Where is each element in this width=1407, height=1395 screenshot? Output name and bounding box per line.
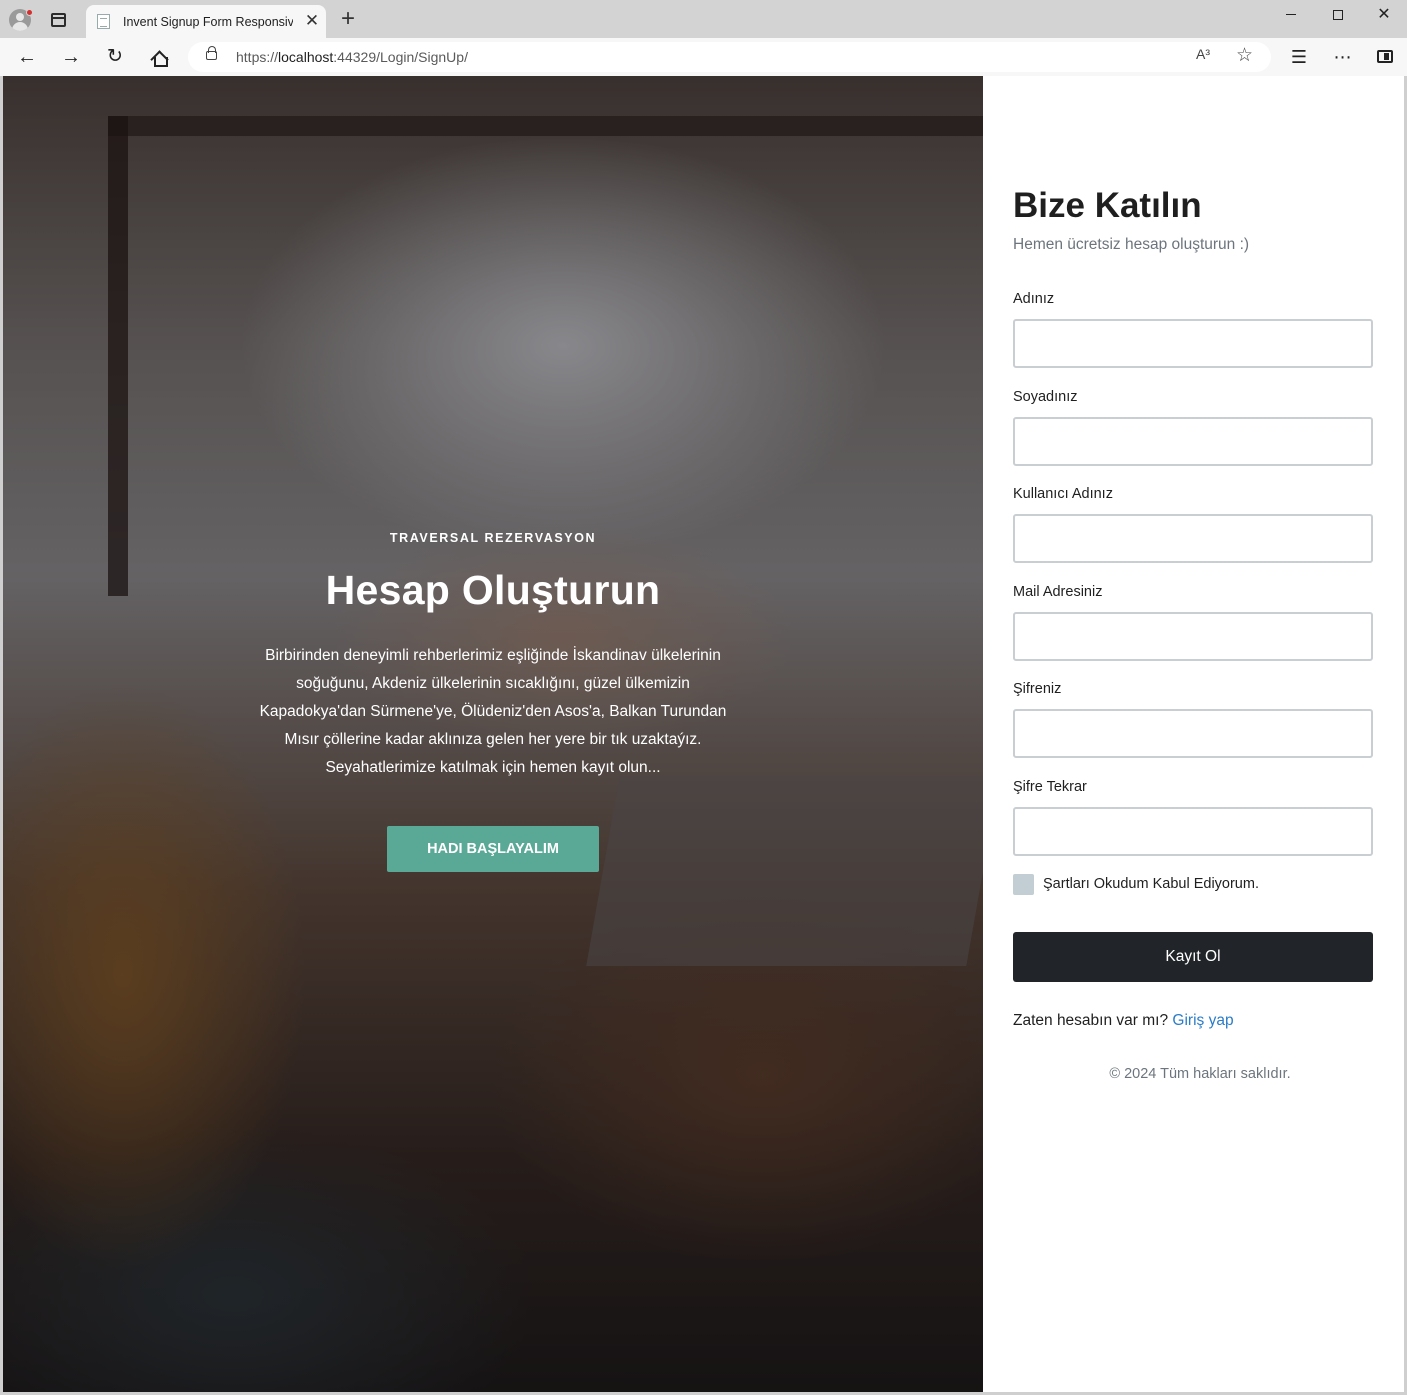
- username-field: Kullanıcı Adınız: [1013, 486, 1373, 563]
- first-name-label: Adınız: [1013, 291, 1055, 307]
- url-text[interactable]: https://localhost:44329/Login/SignUp/: [236, 49, 468, 65]
- sidebar-icon: [1377, 50, 1393, 63]
- reload-icon[interactable]: ↻: [101, 44, 129, 70]
- page-favicon-icon: [97, 14, 110, 29]
- password-input[interactable]: [1013, 709, 1373, 758]
- terms-label[interactable]: Şartları Okudum Kabul Ediyorum.: [1043, 876, 1259, 892]
- notification-dot-icon: [26, 9, 33, 16]
- username-label: Kullanıcı Adınız: [1013, 486, 1113, 502]
- password-confirm-label: Şifre Tekrar: [1013, 779, 1087, 795]
- password-label: Şifreniz: [1013, 681, 1062, 697]
- terms-checkbox[interactable]: [1013, 874, 1034, 895]
- tab-title: Invent Signup Form Responsive W: [123, 15, 293, 29]
- home-icon: [151, 50, 168, 67]
- add-favorite-star-icon[interactable]: ☆: [1236, 44, 1253, 67]
- hero-description: Birbirinden deneyimli rehberlerimiz eşli…: [259, 647, 727, 776]
- browser-toolbar: ← → ↻ https://localhost:44329/Login/Sign…: [0, 38, 1407, 76]
- new-tab-icon[interactable]: +: [336, 7, 360, 32]
- password-confirm-field: Şifre Tekrar: [1013, 779, 1373, 856]
- tab-actions-icon[interactable]: [51, 13, 66, 27]
- login-prompt-text: Zaten hesabın var mı?: [1013, 1012, 1169, 1029]
- hero-eyebrow: TRAVERSAL REZERVASYON: [389, 531, 597, 545]
- copyright-text: © 2024 Tüm hakları saklıdır.: [1109, 1066, 1291, 1082]
- last-name-field: Soyadınız: [1013, 389, 1373, 466]
- password-field: Şifreniz: [1013, 681, 1373, 758]
- email-label: Mail Adresiniz: [1013, 584, 1103, 600]
- sidebar-toggle-button[interactable]: [1371, 44, 1399, 70]
- form-subtitle: Hemen ücretsiz hesap oluşturun :): [1013, 236, 1250, 253]
- url-host: localhost: [278, 49, 334, 65]
- lock-icon[interactable]: [206, 46, 217, 60]
- browser-tab[interactable]: Invent Signup Form Responsive W ✕: [86, 5, 326, 38]
- close-window-button[interactable]: ✕: [1366, 2, 1402, 30]
- browser-titlebar: Invent Signup Form Responsive W ✕ + ✕: [0, 0, 1407, 38]
- first-name-field: Adınız: [1013, 291, 1373, 368]
- favorites-icon[interactable]: ☰: [1285, 44, 1313, 70]
- last-name-input[interactable]: [1013, 417, 1373, 466]
- login-prompt-row: Zaten hesabın var mı? Giriş yap: [1013, 1012, 1234, 1030]
- home-button[interactable]: [145, 44, 173, 70]
- hero-section: TRAVERSAL REZERVASYON Hesap Oluşturun Bi…: [3, 76, 983, 1392]
- page: TRAVERSAL REZERVASYON Hesap Oluşturun Bi…: [3, 76, 1404, 1392]
- hero-content: TRAVERSAL REZERVASYON Hesap Oluşturun Bi…: [3, 531, 983, 872]
- read-aloud-icon[interactable]: A³: [1196, 46, 1210, 62]
- url-prefix: https://: [236, 49, 279, 65]
- password-confirm-input[interactable]: [1013, 807, 1373, 856]
- back-arrow-icon[interactable]: ←: [13, 44, 41, 70]
- signup-form-panel: Bize Katılın Hemen ücretsiz hesap oluştu…: [983, 76, 1404, 1392]
- maximize-window-button[interactable]: [1320, 2, 1356, 30]
- username-input[interactable]: [1013, 514, 1373, 563]
- address-bar[interactable]: https://localhost:44329/Login/SignUp/ A³…: [188, 42, 1271, 72]
- signup-submit-button[interactable]: Kayıt Ol: [1013, 932, 1373, 982]
- close-tab-icon[interactable]: ✕: [302, 11, 322, 31]
- first-name-input[interactable]: [1013, 319, 1373, 368]
- hero-title: Hesap Oluşturun: [325, 567, 661, 613]
- forward-arrow-icon[interactable]: →: [57, 44, 85, 70]
- email-field: Mail Adresiniz: [1013, 584, 1373, 661]
- minimize-window-button[interactable]: [1273, 2, 1309, 30]
- form-title: Bize Katılın: [1013, 186, 1202, 225]
- get-started-button[interactable]: HADI BAŞLAYALIM: [387, 826, 599, 872]
- email-input[interactable]: [1013, 612, 1373, 661]
- more-options-icon[interactable]: ⋯: [1329, 44, 1357, 70]
- last-name-label: Soyadınız: [1013, 389, 1078, 405]
- login-link[interactable]: Giriş yap: [1172, 1012, 1233, 1029]
- url-path: :44329/Login/SignUp/: [333, 49, 468, 65]
